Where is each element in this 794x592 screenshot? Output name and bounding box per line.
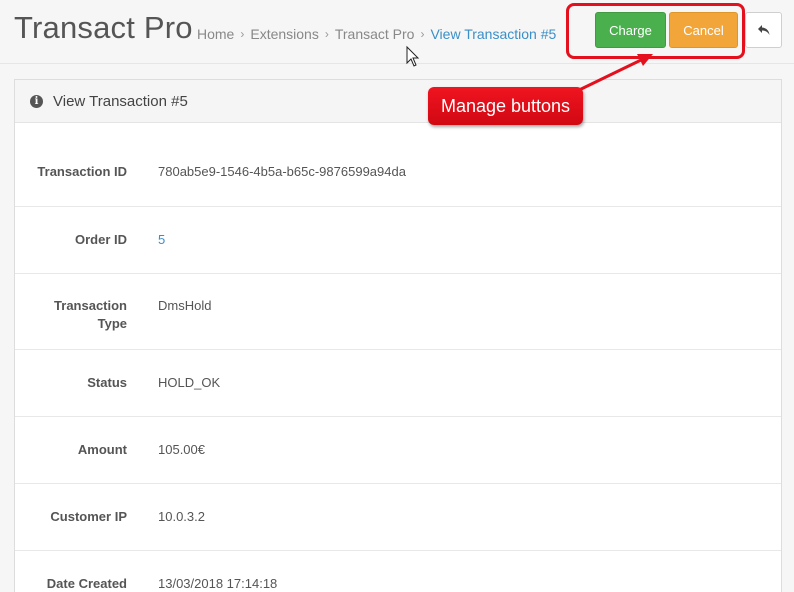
mouse-cursor-icon (406, 45, 420, 67)
annotation-arrow-layer (406, 45, 653, 94)
annotation-callout: Manage buttons (428, 87, 583, 125)
annotation-arrow-line (574, 58, 642, 94)
